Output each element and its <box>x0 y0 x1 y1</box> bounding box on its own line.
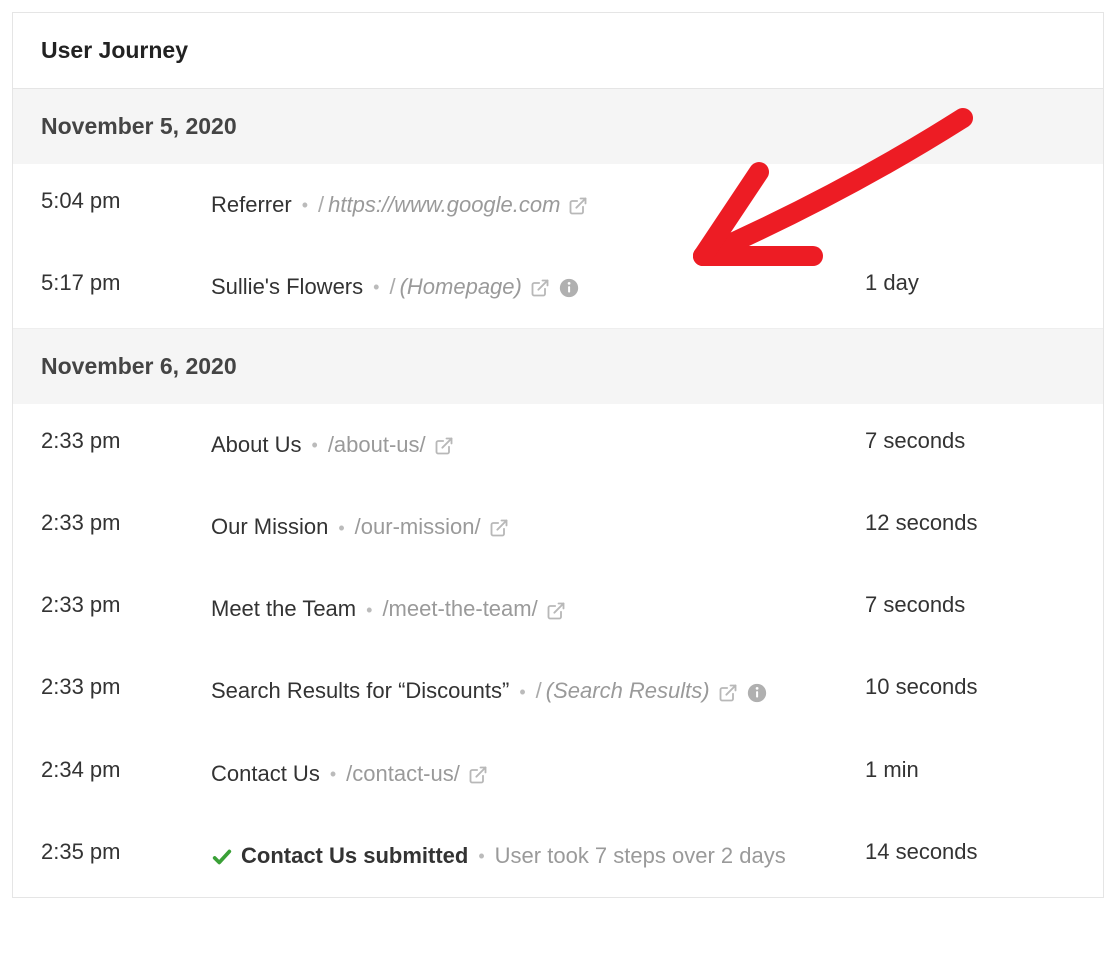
journey-main: Our Mission • /our-mission/ <box>211 510 865 544</box>
separator-dot: • <box>478 846 484 866</box>
external-link-icon[interactable] <box>530 278 550 298</box>
journey-duration: 12 seconds <box>865 510 1075 536</box>
external-link-icon[interactable] <box>489 518 509 538</box>
journey-title: About Us <box>211 432 302 457</box>
external-link-icon[interactable] <box>718 683 738 703</box>
journey-row: 2:34 pmContact Us • /contact-us/1 min <box>13 733 1103 815</box>
journey-path: (Search Results) <box>546 678 710 703</box>
journey-path: https://www.google.com <box>328 192 560 217</box>
date-header: November 5, 2020 <box>13 89 1103 164</box>
path-slash: / <box>389 274 395 299</box>
journey-time: 2:33 pm <box>41 428 211 454</box>
panel-title: User Journey <box>13 13 1103 89</box>
journey-time: 2:33 pm <box>41 674 211 700</box>
journey-main: Sullie's Flowers • /(Homepage) <box>211 270 865 304</box>
journey-duration: 10 seconds <box>865 674 1075 700</box>
journey-duration: 1 min <box>865 757 1075 783</box>
journey-row: 5:04 pmReferrer • /https://www.google.com <box>13 164 1103 246</box>
journey-duration: 1 day <box>865 270 1075 296</box>
journey-row: 2:33 pmOur Mission • /our-mission/12 secon… <box>13 486 1103 568</box>
journey-main: Meet the Team • /meet-the-team/ <box>211 592 865 626</box>
journey-title: Contact Us <box>211 761 320 786</box>
journey-duration: 7 seconds <box>865 428 1075 454</box>
separator-dot: • <box>312 435 318 455</box>
journey-row: 2:33 pmMeet the Team • /meet-the-team/7 se… <box>13 568 1103 650</box>
journey-path: /about-us/ <box>328 432 426 457</box>
journey-title: Meet the Team <box>211 596 356 621</box>
journey-main: About Us • /about-us/ <box>211 428 865 462</box>
separator-dot: • <box>373 277 379 297</box>
separator-dot: • <box>519 682 525 702</box>
journey-title: Our Mission <box>211 514 328 539</box>
journey-time: 5:04 pm <box>41 188 211 214</box>
journey-time: 5:17 pm <box>41 270 211 296</box>
separator-dot: • <box>366 600 372 620</box>
external-link-icon[interactable] <box>434 436 454 456</box>
date-header: November 6, 2020 <box>13 329 1103 404</box>
separator-dot: • <box>302 195 308 215</box>
journey-path: /meet-the-team/ <box>382 596 537 621</box>
path-slash: / <box>536 678 542 703</box>
journey-time: 2:35 pm <box>41 839 211 865</box>
user-journey-panel: User Journey November 5, 20205:04 pmRefe… <box>12 12 1104 898</box>
separator-dot: • <box>330 764 336 784</box>
journey-main: Referrer • /https://www.google.com <box>211 188 865 222</box>
journey-path: (Homepage) <box>400 274 522 299</box>
external-link-icon[interactable] <box>468 765 488 785</box>
journey-title: Search Results for “Discounts” <box>211 678 509 703</box>
journey-duration: 14 seconds <box>865 839 1075 865</box>
info-icon[interactable] <box>558 277 580 299</box>
journey-duration: 7 seconds <box>865 592 1075 618</box>
journey-row: 2:33 pmSearch Results for “Discounts” • /(… <box>13 650 1103 732</box>
separator-dot: • <box>338 518 344 538</box>
journey-time: 2:34 pm <box>41 757 211 783</box>
journey-body: November 5, 20205:04 pmReferrer•/https:/… <box>13 89 1103 897</box>
external-link-icon[interactable] <box>546 601 566 621</box>
journey-title: Contact Us submitted <box>241 843 468 868</box>
path-slash: / <box>318 192 324 217</box>
journey-row: 2:33 pmAbout Us • /about-us/7 seconds <box>13 404 1103 486</box>
journey-time: 2:33 pm <box>41 510 211 536</box>
journey-time: 2:33 pm <box>41 592 211 618</box>
journey-title: Sullie's Flowers <box>211 274 363 299</box>
journey-path: /our-mission/ <box>355 514 481 539</box>
journey-main: Search Results for “Discounts” • /(Search … <box>211 674 865 708</box>
external-link-icon[interactable] <box>568 196 588 216</box>
journey-meta: User took 7 steps over 2 days <box>495 843 786 868</box>
journey-row: 5:17 pmSullie's Flowers • /(Homepage) 1 day <box>13 246 1103 329</box>
check-icon <box>211 846 233 868</box>
journey-path: /contact-us/ <box>346 761 460 786</box>
journey-main: Contact Us • /contact-us/ <box>211 757 865 791</box>
journey-row: 2:35 pm Contact Us submitted • User took 7 … <box>13 815 1103 897</box>
journey-main: Contact Us submitted • User took 7 steps o… <box>211 839 865 873</box>
journey-title: Referrer <box>211 192 292 217</box>
info-icon[interactable] <box>746 682 768 704</box>
